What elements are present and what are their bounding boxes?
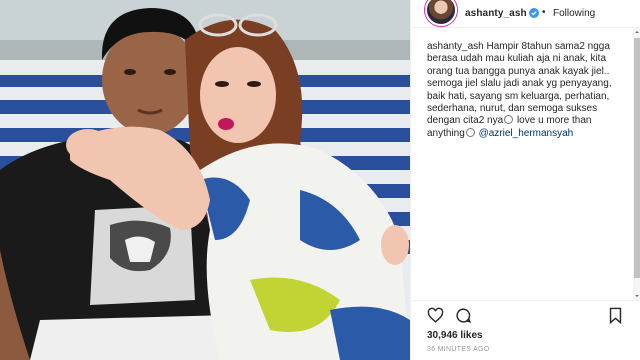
post-photo[interactable] — [0, 0, 410, 360]
comment-icon[interactable] — [455, 307, 472, 324]
scroll-down-arrow-icon[interactable] — [633, 292, 640, 300]
post-header: ashanty_ash • Following — [411, 0, 640, 28]
scroll-up-arrow-icon[interactable] — [633, 28, 640, 36]
post-sidebar: ashanty_ash • Following ashanty_ash Hamp… — [410, 0, 640, 360]
caption-mention-link[interactable]: @azriel_hermansyah — [479, 128, 574, 139]
caption-text: Hampir 8tahun sama2 ngga berasa udah mau… — [427, 41, 612, 127]
verified-badge-icon — [529, 8, 539, 18]
header-separator: • — [542, 7, 546, 18]
smile-emoji-icon — [465, 127, 475, 137]
instagram-post: ashanty_ash • Following ashanty_ash Hamp… — [0, 0, 640, 360]
scroll-thumb[interactable] — [634, 38, 640, 278]
likes-count[interactable]: 30,946 likes — [427, 330, 483, 341]
bookmark-icon[interactable] — [607, 307, 624, 324]
post-photo-illustration — [0, 0, 410, 360]
caption-username[interactable]: ashanty_ash — [427, 41, 484, 52]
post-timestamp[interactable]: 36 MINUTES AGO — [427, 346, 490, 353]
post-actions — [411, 300, 640, 328]
following-button[interactable]: Following — [553, 8, 595, 19]
caption-scrollbar[interactable] — [633, 28, 640, 300]
avatar[interactable] — [425, 0, 457, 26]
heart-icon[interactable] — [427, 307, 444, 324]
smile-emoji-icon — [504, 115, 514, 125]
post-caption: ashanty_ash Hampir 8tahun sama2 ngga ber… — [427, 41, 631, 140]
header-username[interactable]: ashanty_ash — [465, 8, 527, 19]
